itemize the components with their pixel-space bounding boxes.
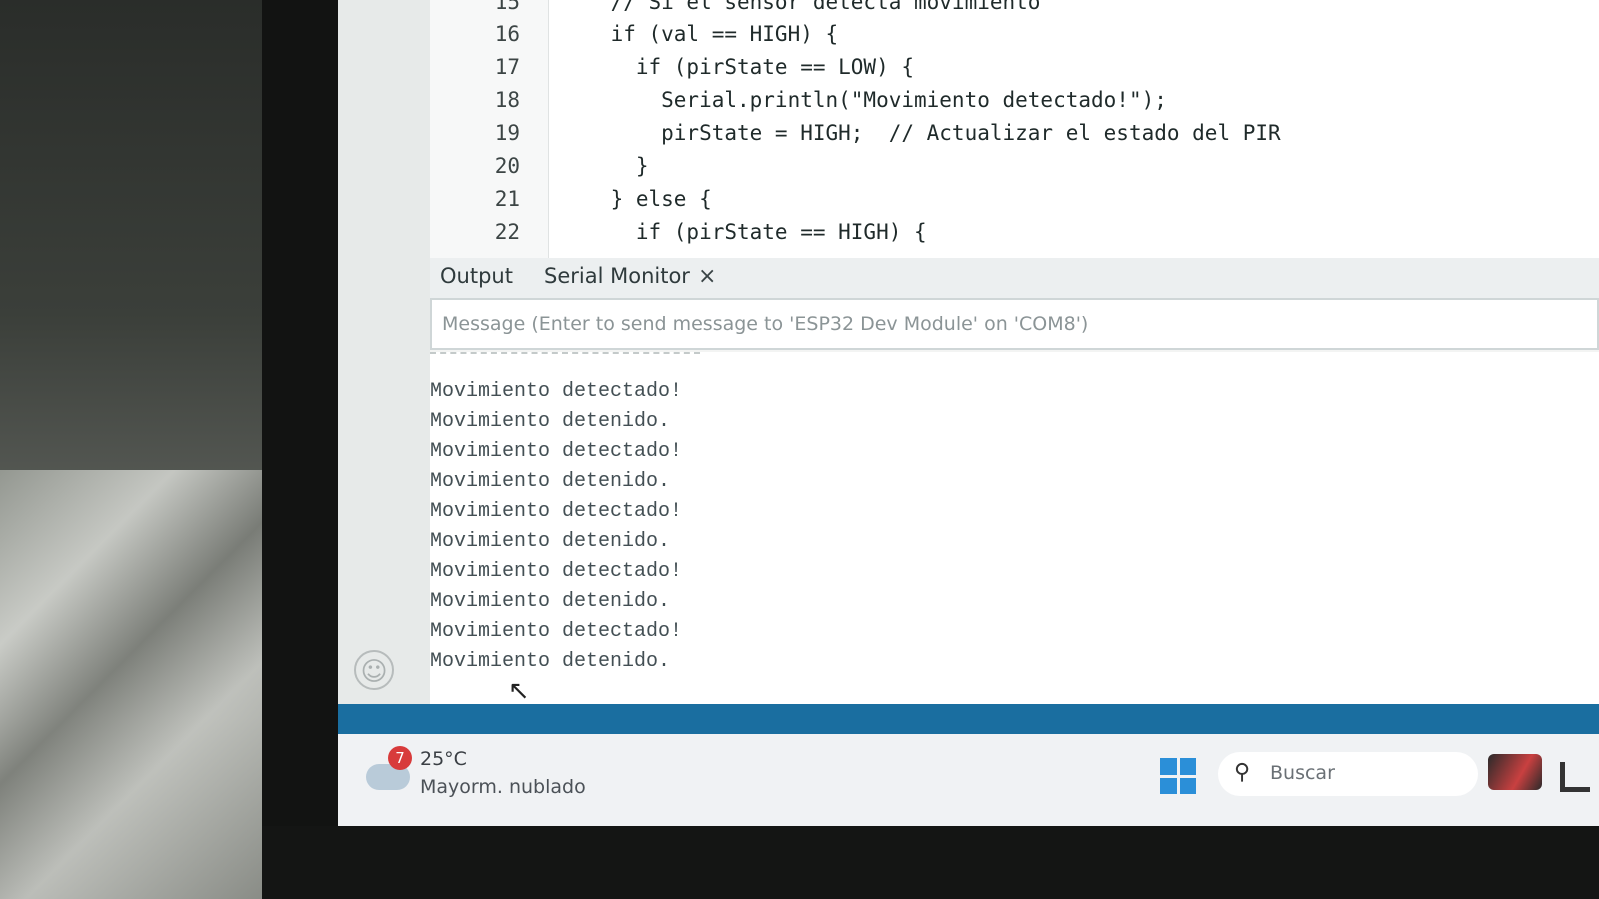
code-line: if (pirState == HIGH) { xyxy=(560,220,927,244)
start-tile xyxy=(1160,777,1177,794)
code-editor[interactable]: 15 16 17 18 19 20 21 22 // Si el sensor … xyxy=(430,0,1599,258)
mouse-cursor-icon: ↖ xyxy=(508,676,530,706)
close-icon[interactable]: × xyxy=(698,264,716,289)
serial-output-line: Movimiento detectado! xyxy=(430,380,683,403)
serial-output-line: Movimiento detectado! xyxy=(430,500,683,523)
weather-description[interactable]: Mayorm. nublado xyxy=(420,776,586,798)
line-number: 15 xyxy=(494,0,520,14)
pinned-app-icon[interactable] xyxy=(1488,754,1542,790)
serial-output-log: Movimiento detectado! Movimiento detenid… xyxy=(430,352,1599,704)
line-number-gutter: 15 16 17 18 19 20 21 22 xyxy=(430,0,549,258)
serial-output-line: Movimiento detenido. xyxy=(430,530,671,553)
windows-start-icon[interactable] xyxy=(1160,758,1196,794)
code-line: if (val == HIGH) { xyxy=(560,22,839,46)
status-bar xyxy=(338,704,1599,734)
screen: ☺ 15 16 17 18 19 20 21 22 // Si el senso… xyxy=(338,0,1599,826)
code-line: // Si el sensor detecta movimiento xyxy=(560,0,1041,14)
windows-taskbar: 7 25°C Mayorm. nublado ⚲ Buscar xyxy=(338,734,1599,826)
taskbar-search-box[interactable]: ⚲ Buscar xyxy=(1218,752,1478,796)
serial-output-line: Movimiento detectado! xyxy=(430,620,683,643)
search-label: Buscar xyxy=(1270,762,1335,784)
tab-serial-monitor[interactable]: Serial Monitor xyxy=(544,264,690,288)
line-number: 19 xyxy=(494,121,520,145)
weather-temperature[interactable]: 25°C xyxy=(420,748,467,770)
serial-output-line: Movimiento detectado! xyxy=(430,560,683,583)
code-line: pirState = HIGH; // Actualizar el estado… xyxy=(560,121,1281,145)
code-line: } else { xyxy=(560,187,712,211)
monitor-bezel-left xyxy=(262,0,342,899)
pinned-app-icon[interactable] xyxy=(1560,762,1590,792)
start-tile xyxy=(1179,758,1196,775)
serial-output-line: Movimiento detenido. xyxy=(430,470,671,493)
line-number: 18 xyxy=(494,88,520,112)
code-line: Serial.println("Movimiento detectado!"); xyxy=(560,88,1167,112)
serial-output-line: Movimiento detenido. xyxy=(430,410,671,433)
weather-notification-badge: 7 xyxy=(388,746,412,770)
start-tile xyxy=(1160,758,1177,775)
code-line: if (pirState == LOW) { xyxy=(560,55,915,79)
search-icon: ⚲ xyxy=(1234,760,1251,785)
serial-output-line: Movimiento detenido. xyxy=(430,650,671,673)
serial-output-line: Movimiento detenido. xyxy=(430,590,671,613)
output-divider xyxy=(430,352,700,362)
tab-output[interactable]: Output xyxy=(440,264,513,288)
monitor-bezel-bottom xyxy=(262,826,1599,899)
line-number: 21 xyxy=(494,187,520,211)
activity-bar: ☺ xyxy=(338,0,430,720)
start-tile xyxy=(1179,777,1196,794)
line-number: 16 xyxy=(494,22,520,46)
user-icon[interactable]: ☺ xyxy=(354,650,394,690)
line-number: 20 xyxy=(494,154,520,178)
serial-output-line: Movimiento detectado! xyxy=(430,440,683,463)
line-number: 17 xyxy=(494,55,520,79)
background-plastic xyxy=(0,470,270,899)
serial-message-input[interactable] xyxy=(430,298,1599,350)
panel-tab-bar: Output Serial Monitor × xyxy=(430,258,1599,298)
line-number: 22 xyxy=(494,220,520,244)
code-line: } xyxy=(560,154,649,178)
